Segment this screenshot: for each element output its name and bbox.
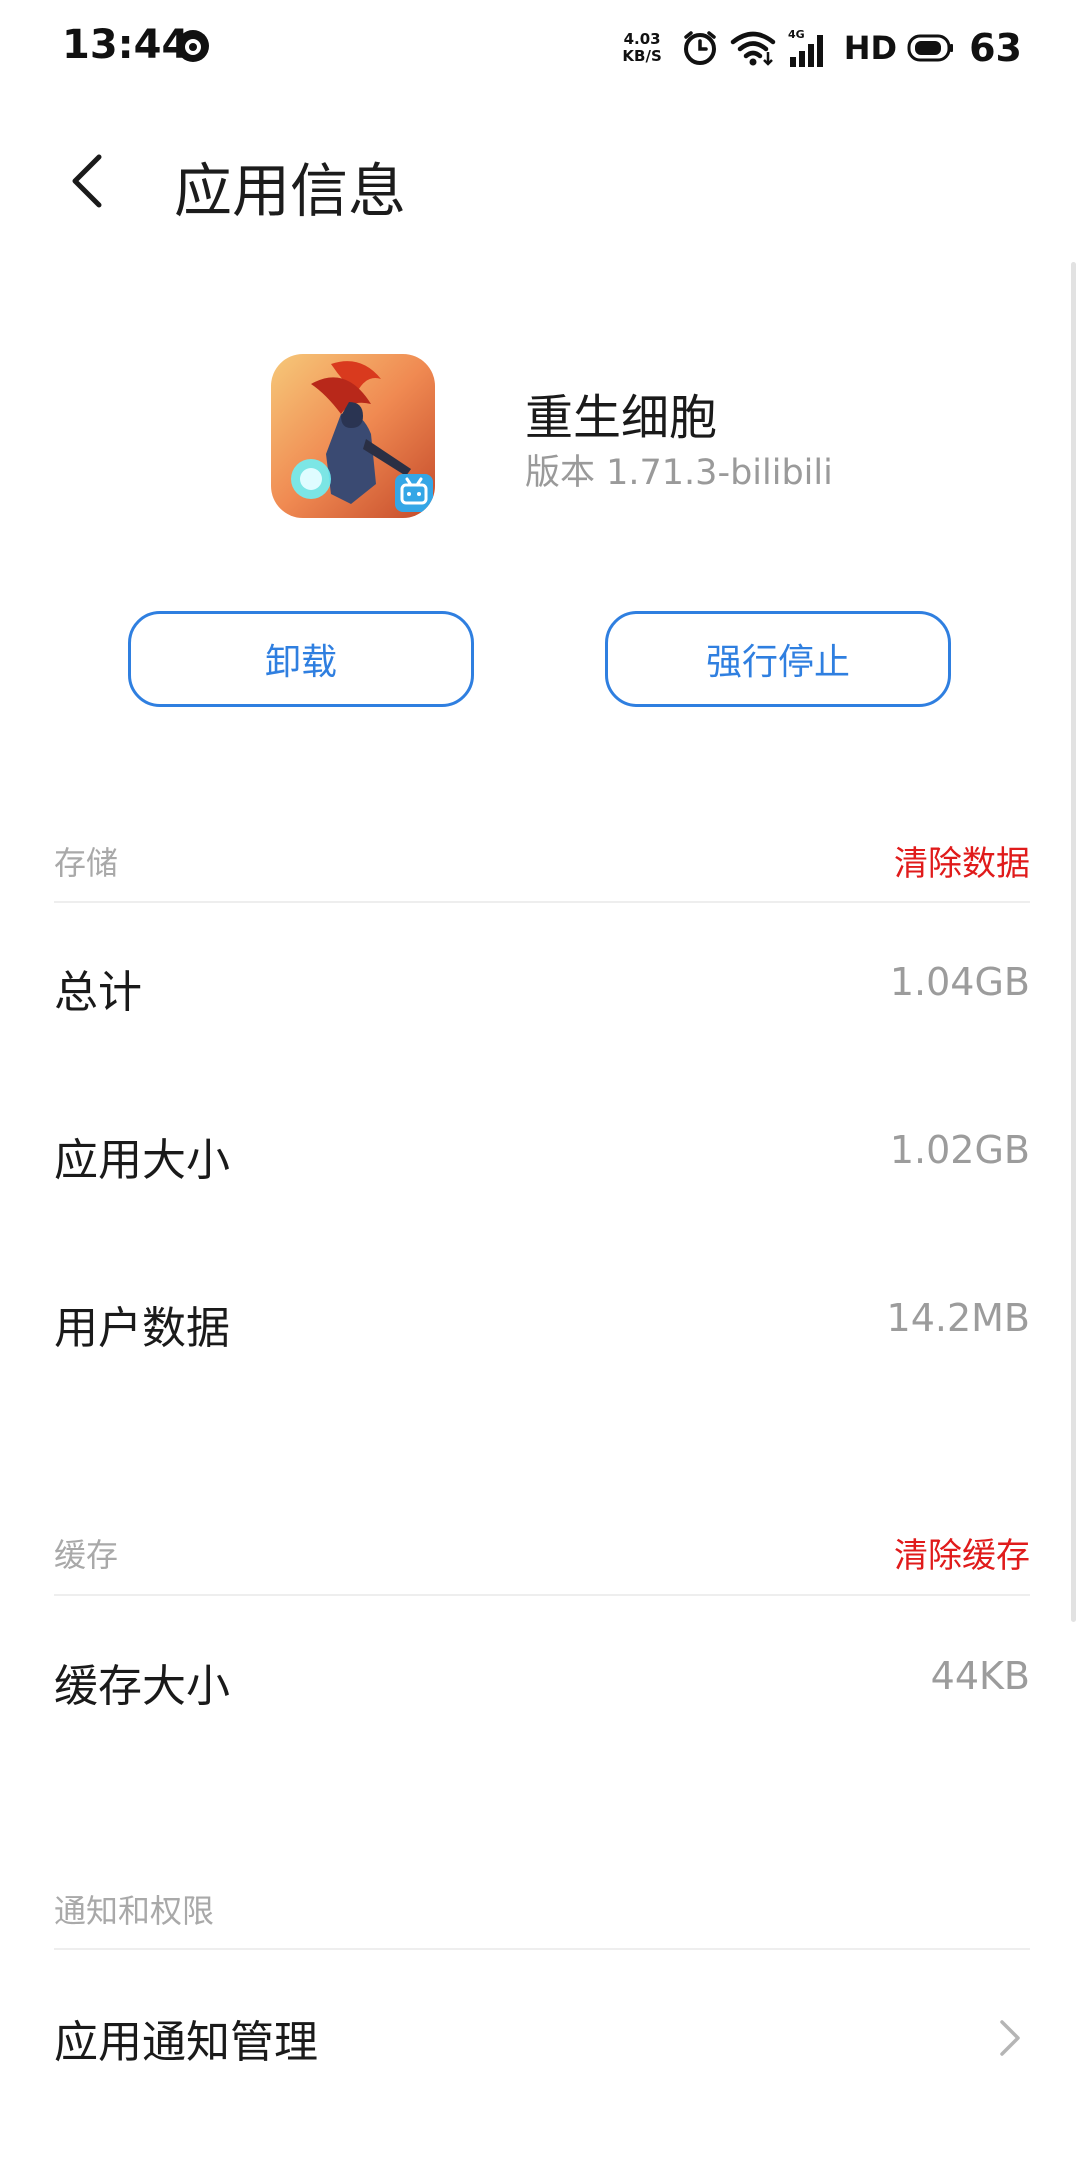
clear-cache-button[interactable]: 清除缓存	[894, 1528, 1030, 1577]
row-label: 用户数据	[54, 1303, 230, 1354]
network-speed-value: 4.03	[623, 30, 661, 48]
divider	[54, 901, 1030, 903]
network-speed-unit: KB/S	[622, 47, 662, 65]
status-time: 13:44	[62, 22, 190, 68]
row-value: 14.2MB	[886, 1296, 1030, 1340]
storage-section-title: 存储	[54, 844, 119, 882]
row-value: 1.02GB	[889, 1128, 1030, 1172]
app-icon	[271, 354, 435, 518]
storage-row-app-size: 应用大小 1.02GB	[54, 1094, 1030, 1214]
divider	[54, 1948, 1030, 1950]
app-notification-management-row[interactable]: 应用通知管理	[54, 1976, 1030, 2096]
scroll-indicator[interactable]	[1071, 262, 1076, 1622]
back-arrow-icon	[72, 154, 102, 208]
storage-section-header: 存储 清除数据	[54, 830, 1030, 890]
app-version: 版本 1.71.3-bilibili	[525, 453, 833, 493]
battery-icon	[907, 33, 955, 63]
app-bar: 应用信息	[0, 110, 1080, 250]
page-title: 应用信息	[174, 157, 407, 225]
row-label: 应用大小	[54, 1135, 230, 1186]
hd-voice-indicator: HD	[843, 29, 898, 67]
cellular-signal-icon: 4G	[786, 27, 832, 69]
wifi-icon	[730, 28, 776, 68]
alarm-icon	[680, 28, 720, 68]
force-stop-button[interactable]: 强行停止	[605, 611, 951, 707]
row-value: 1.04GB	[889, 960, 1030, 1004]
chevron-right-icon	[998, 2018, 1022, 2062]
notifications-section-title: 通知和权限	[54, 1892, 215, 1930]
app-name: 重生细胞	[525, 390, 718, 446]
storage-row-total: 总计 1.04GB	[54, 926, 1030, 1046]
uninstall-button[interactable]: 卸载	[128, 611, 474, 707]
back-button[interactable]	[52, 146, 122, 216]
network-type-label: 4G	[788, 28, 805, 41]
row-label: 总计	[54, 967, 142, 1018]
status-bar: 13:44 4.03 KB/S 4G HD 63	[0, 0, 1080, 96]
row-value: 44KB	[930, 1654, 1030, 1698]
storage-row-user-data: 用户数据 14.2MB	[54, 1262, 1030, 1382]
network-speed: 4.03 KB/S	[622, 31, 661, 65]
cache-row-size: 缓存大小 44KB	[54, 1620, 1030, 1740]
status-indicators: 4.03 KB/S 4G HD 63	[622, 24, 1022, 72]
divider	[54, 1594, 1030, 1596]
cache-section-header: 缓存 清除缓存	[54, 1522, 1030, 1582]
clear-data-button[interactable]: 清除数据	[894, 836, 1030, 885]
cache-section-title: 缓存	[54, 1536, 119, 1574]
row-label: 缓存大小	[54, 1661, 230, 1712]
row-label: 应用通知管理	[54, 2017, 318, 2068]
notification-app-icon	[175, 28, 211, 68]
battery-level: 63	[969, 26, 1022, 70]
notifications-section-header: 通知和权限	[54, 1878, 1030, 1938]
